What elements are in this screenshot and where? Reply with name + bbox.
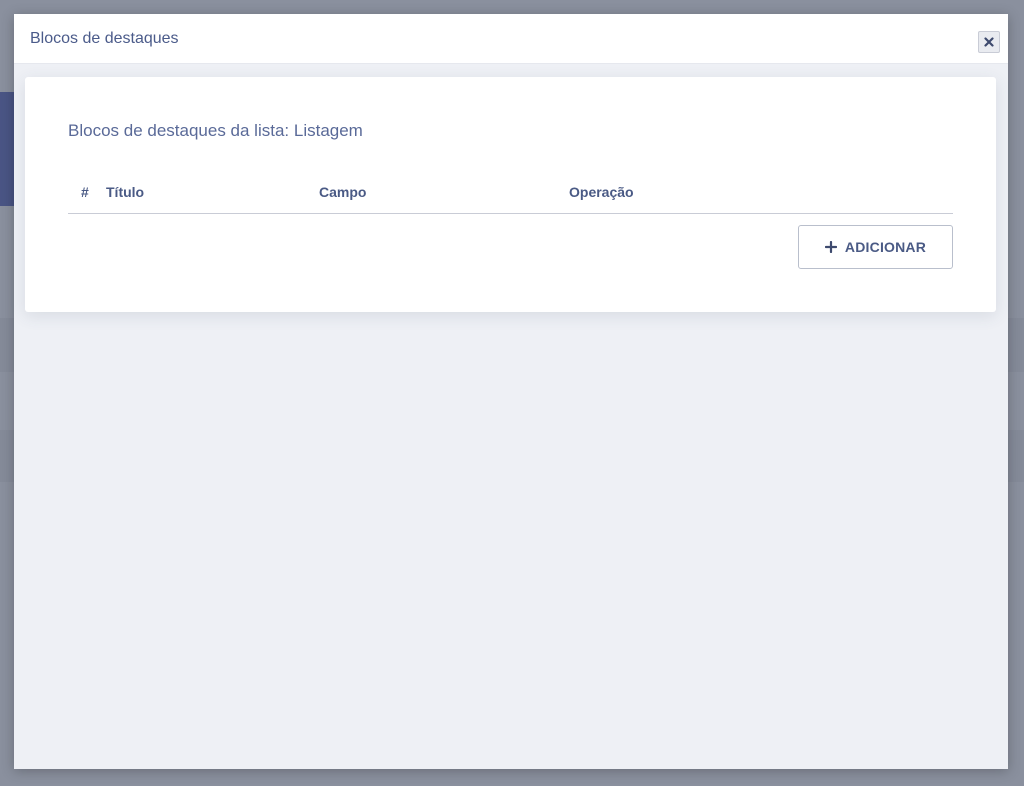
plus-icon — [824, 241, 837, 253]
column-header-operation: Operação — [569, 184, 634, 200]
column-header-title: Título — [106, 184, 145, 200]
column-header-index: # — [81, 184, 89, 200]
add-button-label: ADICIONAR — [844, 239, 927, 255]
highlight-blocks-modal: Blocos de destaques Blocos de destaques … — [14, 14, 1008, 769]
add-button[interactable]: ADICIONAR — [798, 225, 953, 269]
card-heading: Blocos de destaques da lista: Listagem — [68, 121, 363, 140]
close-button[interactable] — [978, 31, 1000, 53]
table-header: # Título Campo Operação — [68, 173, 953, 214]
modal-title: Blocos de destaques — [30, 30, 179, 47]
modal-header: Blocos de destaques — [14, 14, 1008, 64]
background-accent-bar — [0, 92, 14, 206]
column-header-field: Campo — [319, 184, 367, 200]
highlight-blocks-card: Blocos de destaques da lista: Listagem #… — [25, 77, 996, 312]
close-icon — [984, 37, 994, 47]
